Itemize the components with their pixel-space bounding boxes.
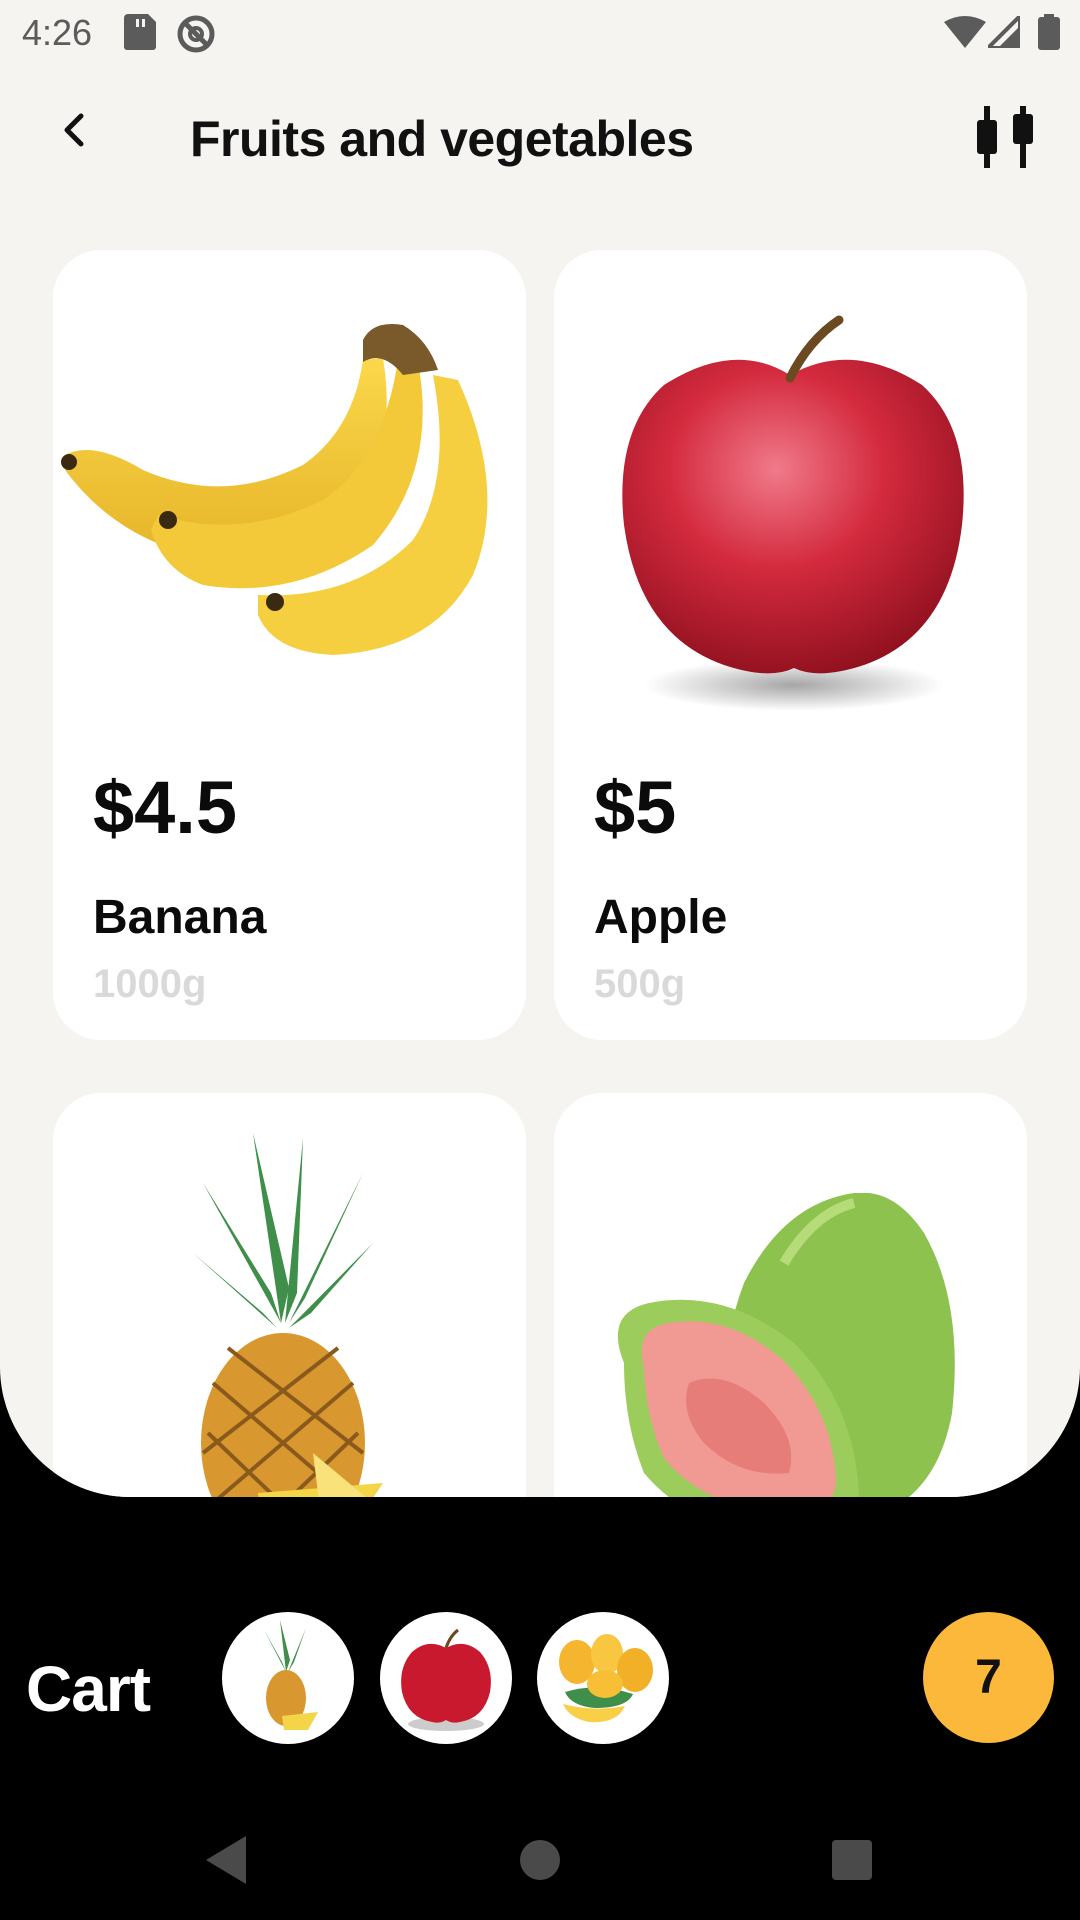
pineapple-thumb <box>264 1620 318 1730</box>
home-circle-icon[interactable] <box>510 1830 570 1890</box>
banana-image <box>61 324 488 655</box>
product-card-guava[interactable] <box>554 1093 1027 1497</box>
mango-thumb <box>559 1634 653 1723</box>
chevron-left-icon <box>64 113 84 147</box>
product-card-apple[interactable]: $5 Apple 500g <box>554 250 1027 1040</box>
cart-item-apple[interactable] <box>380 1612 512 1744</box>
at-sign-icon <box>177 15 215 53</box>
signal-icon <box>988 16 1020 48</box>
product-card-banana[interactable]: $4.5 Banana 1000g <box>53 250 526 1040</box>
app-screen: 4:26 Fruits and vegetables $4.5 Banana 1… <box>0 0 1080 1920</box>
product-price: $5 <box>594 766 677 849</box>
wifi-icon <box>944 16 986 48</box>
product-weight: 1000g <box>93 962 207 1006</box>
cart-item-pineapple[interactable] <box>222 1612 354 1744</box>
product-name: Banana <box>93 891 267 944</box>
product-name: Apple <box>594 891 728 944</box>
system-nav-bar <box>0 1795 1080 1920</box>
sd-card-icon <box>124 14 156 50</box>
pineapple-image <box>193 1133 383 1497</box>
product-card-pineapple[interactable] <box>53 1093 526 1497</box>
cart-item-mango[interactable] <box>537 1612 669 1744</box>
cart-count-badge[interactable]: 7 <box>923 1612 1054 1743</box>
recents-square-icon[interactable] <box>822 1830 882 1890</box>
product-weight: 500g <box>594 962 686 1006</box>
guava-image <box>617 1193 955 1497</box>
battery-icon <box>1038 14 1060 50</box>
apple-image <box>622 315 964 711</box>
back-button[interactable] <box>46 102 102 158</box>
apple-thumb <box>401 1628 491 1731</box>
cart-label: Cart <box>26 1653 151 1725</box>
back-triangle-icon[interactable] <box>196 1830 256 1890</box>
filter-sliders-icon[interactable] <box>974 106 1038 168</box>
status-bar: 4:26 <box>0 0 1080 64</box>
cart-bar: Cart 7 <box>0 1590 1080 1760</box>
content-sheet: 4:26 Fruits and vegetables $4.5 Banana 1… <box>0 0 1080 1497</box>
page-title: Fruits and vegetables <box>190 111 694 167</box>
app-bar: Fruits and vegetables <box>0 90 1080 190</box>
status-time: 4:26 <box>22 12 93 53</box>
product-price: $4.5 <box>93 766 238 849</box>
